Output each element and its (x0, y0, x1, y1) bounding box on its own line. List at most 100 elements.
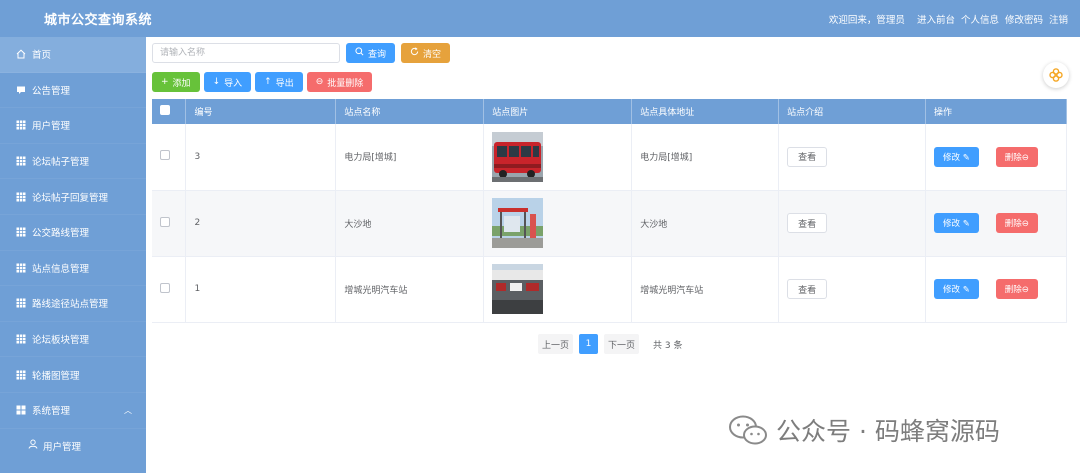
sidebar-item-label: 站点信息管理 (32, 263, 90, 275)
minus-circle-icon: ⊖ (1021, 152, 1029, 163)
grid-icon (15, 192, 27, 202)
sidebar-item-label: 论坛帖子管理 (32, 157, 90, 169)
grid-icon (15, 334, 27, 344)
row-checkbox[interactable] (160, 150, 170, 161)
edit-label: 修改 (943, 285, 961, 295)
search-button-label: 查询 (368, 49, 387, 60)
cell-address: 电力局[增城] (631, 124, 780, 191)
top-links: 欢迎回来， 管理员 进入前台 个人信息 修改密码 注销 (829, 12, 1068, 26)
sidebar-item-system[interactable]: 系统管理 ︿ (0, 393, 146, 429)
row-checkbox[interactable] (160, 282, 170, 293)
link-profile[interactable]: 个人信息 (961, 12, 999, 26)
link-frontend[interactable]: 进入前台 (917, 12, 955, 26)
cell-image (483, 190, 633, 257)
sidebar-subitem-label: 用户管理 (43, 441, 82, 453)
search-icon (355, 47, 364, 59)
sidebar-item-carousel[interactable]: 轮播图管理 (0, 357, 146, 393)
action-row: + 添加 ↓ 导入 ↑ 导出 ⊖ 批量删除 (152, 72, 373, 92)
table-row: 2 大沙地 大沙地 查看 修改 ✎ 删除⊖ (152, 190, 1067, 257)
station-photo[interactable] (492, 264, 544, 314)
column-header: 站点名称 (335, 99, 485, 124)
table-row: 1 增城光明汽车站 增城光明汽车站 查看 修改 ✎ 删除⊖ (152, 256, 1067, 323)
sidebar-item-bus-routes[interactable]: 公交路线管理 (0, 215, 146, 251)
delete-button[interactable]: 删除⊖ (995, 213, 1038, 233)
sidebar-item-home[interactable]: 首页 (0, 37, 146, 73)
cell-id: 3 (185, 124, 337, 191)
sidebar-item-forum-replies[interactable]: 论坛帖子回复管理 (0, 179, 146, 215)
column-header: 站点具体地址 (631, 99, 780, 124)
next-page-button[interactable]: 下一页 (604, 334, 640, 354)
station-photo[interactable] (492, 131, 544, 182)
prev-page-button[interactable]: 上一页 (538, 334, 574, 354)
sidebar-item-label: 系统管理 (32, 406, 71, 418)
clear-button-label: 清空 (423, 49, 442, 60)
import-button[interactable]: ↓ 导入 (203, 72, 252, 92)
edit-icon: ✎ (960, 152, 970, 163)
edit-label: 修改 (943, 152, 961, 163)
sidebar-item-stations[interactable]: 站点信息管理 (0, 251, 146, 287)
wechat-logo-icon (729, 415, 767, 445)
station-photo[interactable] (492, 198, 544, 248)
sidebar-item-route-stations[interactable]: 路线途径站点管理 (0, 286, 146, 322)
sidebar-item-label: 用户管理 (32, 121, 71, 133)
minus-circle-icon: ⊖ (1021, 219, 1029, 229)
sidebar-item-forum-boards[interactable]: 论坛板块管理 (0, 322, 146, 358)
arrow-down-icon: ↓ (212, 77, 221, 87)
clear-button[interactable]: 清空 (401, 43, 451, 63)
view-button[interactable]: 查看 (787, 279, 828, 299)
sidebar-item-label: 路线途径站点管理 (32, 299, 109, 311)
sidebar-item-forum-posts[interactable]: 论坛帖子管理 (0, 144, 146, 180)
cell-name: 增城光明汽车站 (335, 256, 485, 323)
delete-label: 删除 (1004, 285, 1022, 295)
sidebar-item-notice[interactable]: 公告管理 (0, 73, 146, 109)
edit-button[interactable]: 修改 ✎ (934, 213, 979, 233)
total-count: 共 3 条 (653, 340, 683, 351)
batch-delete-button-label: 批量删除 (327, 78, 364, 89)
chevron-up-icon[interactable]: ︿ (124, 405, 132, 416)
delete-button[interactable]: 删除⊖ (995, 279, 1038, 299)
welcome-text: 欢迎回来， (828, 15, 877, 26)
search-input[interactable] (152, 43, 340, 63)
search-button[interactable]: 查询 (346, 43, 396, 63)
sidebar-subitem-users[interactable]: 用户管理 (0, 429, 146, 463)
pagination: 上一页 1 下一页 共 3 条 (538, 334, 682, 354)
column-header: 操作 (925, 99, 1067, 124)
apps-icon (15, 405, 27, 415)
add-button[interactable]: + 添加 (152, 72, 200, 92)
watermark-text: 公众号 · 码蜂窝源码 (776, 417, 1000, 446)
sidebar-item-label: 公告管理 (32, 85, 71, 97)
grid-icon (15, 120, 27, 130)
column-header: 站点介绍 (778, 99, 927, 124)
top-bar: 城市公交查询系统 欢迎回来， 管理员 进入前台 个人信息 修改密码 注销 (0, 0, 1080, 37)
sidebar: 首页 公告管理 用户管理 论坛帖子管理 论坛帖子回复管理 公交路线管理 站点信息… (0, 37, 146, 473)
cell-image (483, 256, 633, 323)
link-logout[interactable]: 注销 (1049, 12, 1068, 26)
arrow-up-icon: ↑ (264, 77, 272, 87)
cell-name: 电力局[增城] (335, 124, 485, 191)
select-all-checkbox[interactable] (160, 105, 170, 115)
table-row: 3 电力局[增城] 电力局[增城] 查看 修改 ✎ 删除⊖ (152, 124, 1067, 191)
edit-button[interactable]: 修改 ✎ (934, 146, 979, 167)
floating-flower-icon[interactable] (1043, 62, 1069, 88)
cell-name: 大沙地 (335, 190, 485, 257)
view-button[interactable]: 查看 (787, 213, 828, 233)
home-icon (15, 49, 27, 59)
page-number-button[interactable]: 1 (579, 334, 599, 354)
column-header: 编号 (185, 99, 337, 124)
delete-label: 删除 (1004, 219, 1022, 229)
row-checkbox[interactable] (160, 216, 170, 227)
minus-circle-icon: ⊖ (315, 77, 324, 87)
sidebar-item-label: 论坛板块管理 (32, 335, 90, 347)
sidebar-item-users[interactable]: 用户管理 (0, 108, 146, 144)
search-row: 查询 清空 (152, 43, 451, 63)
view-button[interactable]: 查看 (787, 146, 828, 167)
header-select-all[interactable] (152, 99, 187, 124)
role-text: 管理员 (876, 15, 905, 26)
link-change-password[interactable]: 修改密码 (1005, 12, 1043, 26)
edit-button[interactable]: 修改 ✎ (934, 279, 979, 299)
table-header-row: 编号 站点名称 站点图片 站点具体地址 站点介绍 操作 (152, 99, 1067, 124)
batch-delete-button[interactable]: ⊖ 批量删除 (306, 72, 373, 92)
export-button[interactable]: ↑ 导出 (255, 72, 303, 92)
delete-button[interactable]: 删除⊖ (995, 146, 1038, 167)
sidebar-item-label: 论坛帖子回复管理 (32, 192, 109, 204)
